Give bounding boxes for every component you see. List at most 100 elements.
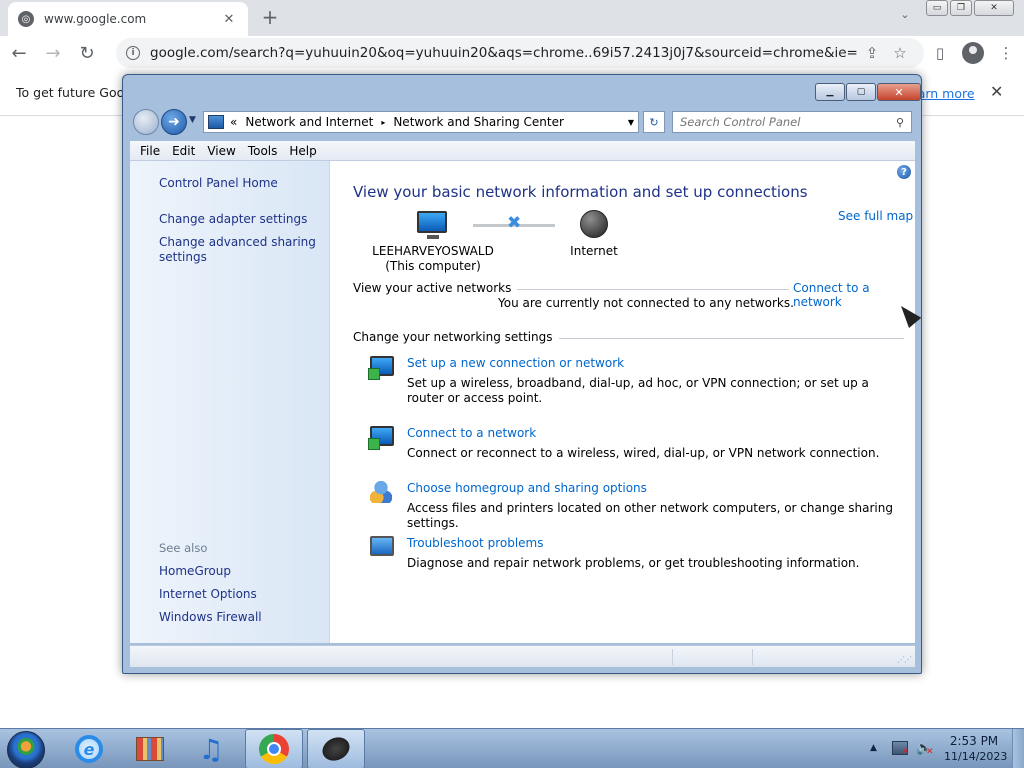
search-icon[interactable]: ⚲ (896, 116, 904, 129)
clock-time[interactable]: 2:53 PM (944, 734, 1004, 748)
explorer-address-bar[interactable]: « Network and Internet ▸ Network and Sha… (203, 111, 639, 133)
connect-network-task-link[interactable]: Connect to a network (407, 426, 536, 440)
not-connected-message: You are currently not connected to any n… (498, 296, 794, 310)
show-desktop-button[interactable] (1012, 729, 1024, 768)
main-content: ? View your basic network information an… (330, 161, 915, 643)
homegroup-icon (370, 481, 392, 503)
computer-name-label: LEEHARVEYOSWALD (This computer) (370, 244, 496, 274)
back-icon[interactable]: ← (4, 38, 34, 68)
chrome-icon (259, 734, 289, 764)
control-panel-body: Control Panel Home Change adapter settin… (130, 161, 915, 643)
clock-date[interactable]: 11/14/2023 (944, 750, 1007, 763)
search-input[interactable] (680, 115, 896, 129)
disconnected-icon: ✖ (507, 213, 522, 233)
breadcrumb-separator-icon[interactable]: ▸ (381, 118, 385, 127)
refresh-icon[interactable]: ↻ (643, 111, 665, 133)
cp-maximize-button[interactable]: ▢ (846, 83, 876, 101)
homegroup-description: Access files and printers located on oth… (407, 501, 893, 530)
libraries-icon (136, 737, 164, 761)
info-bar-close-icon[interactable]: ✕ (990, 82, 1003, 101)
forward-icon[interactable]: → (38, 38, 68, 68)
star-icon[interactable]: ☆ (886, 44, 914, 62)
url-text[interactable]: google.com/search?q=yuhuuin20&oq=yuhuuin… (150, 45, 858, 61)
setup-connection-link[interactable]: Set up a new connection or network (407, 356, 624, 370)
task-homegroup: Choose homegroup and sharing options Acc… (370, 481, 893, 530)
troubleshoot-link[interactable]: Troubleshoot problems (407, 536, 543, 550)
menu-view[interactable]: View (201, 144, 241, 158)
page-title: View your basic network information and … (353, 183, 808, 201)
networking-settings-label: Change your networking settings (353, 330, 559, 344)
back-button[interactable] (133, 109, 159, 135)
control-panel-window: ▁ ▢ ✕ ➜ ▼ « Network and Internet ▸ Netwo… (122, 74, 922, 674)
share-icon[interactable]: ⇪ (858, 44, 886, 62)
status-bar: ⋰⋰ (130, 645, 915, 667)
see-full-map-link[interactable]: See full map (838, 209, 913, 223)
sidebar-control-panel-home[interactable]: Control Panel Home (159, 176, 319, 191)
recent-pages-icon[interactable]: ▼ (189, 115, 196, 125)
connect-to-network-link[interactable]: Connect to a network (789, 281, 915, 309)
computer-caption: (This computer) (385, 259, 481, 273)
info-icon[interactable]: i (126, 46, 140, 60)
forward-button[interactable]: ➜ (161, 109, 187, 135)
see-also-heading: See also (159, 541, 208, 555)
tab-search-icon[interactable]: ⌄ (895, 8, 915, 26)
sidebar-homegroup[interactable]: HomeGroup (159, 564, 319, 579)
restore-window-button[interactable]: ❐ (950, 0, 972, 16)
browser-tab[interactable]: ◎ www.google.com ✕ (8, 2, 248, 36)
show-hidden-icons-icon[interactable]: ▲ (870, 743, 877, 753)
sidebar-internet-options[interactable]: Internet Options (159, 587, 319, 602)
tray-volume-muted-icon: ✕ (926, 747, 934, 757)
reload-icon[interactable]: ↻ (72, 38, 102, 68)
status-separator (672, 649, 673, 665)
troubleshoot-icon (370, 536, 394, 556)
side-panel-icon[interactable]: ▯ (924, 44, 956, 62)
sidebar-change-advanced-sharing[interactable]: Change advanced sharing settings (159, 235, 319, 265)
menu-file[interactable]: File (134, 144, 166, 158)
browser-toolbar: ← → ↻ i google.com/search?q=yuhuuin20&oq… (0, 36, 1024, 70)
taskbar-internet-explorer[interactable]: e (60, 729, 118, 768)
tab-title: www.google.com (44, 12, 147, 26)
close-window-button[interactable]: ✕ (974, 0, 1014, 16)
address-bar[interactable]: i google.com/search?q=yuhuuin20&oq=yuhuu… (116, 38, 924, 68)
control-panel-search[interactable]: ⚲ (672, 111, 912, 133)
breadcrumb-network-and-internet[interactable]: Network and Internet (245, 115, 373, 129)
taskbar-libraries[interactable] (121, 729, 179, 768)
cp-minimize-button[interactable]: ▁ (815, 83, 845, 101)
sidebar-windows-firewall[interactable]: Windows Firewall (159, 610, 319, 625)
connect-network-icon (368, 426, 394, 450)
minimize-window-button[interactable]: ▭ (926, 0, 948, 16)
address-dropdown-icon[interactable]: ▼ (628, 118, 634, 127)
menu-tools[interactable]: Tools (242, 144, 284, 158)
task-connect-network: Connect to a network Connect or reconnec… (368, 426, 880, 461)
new-tab-button[interactable]: + (258, 4, 282, 30)
internet-label: Internet (570, 244, 618, 258)
address-chevron-icon[interactable]: « (230, 115, 237, 129)
active-networks-label: View your active networks (353, 281, 518, 295)
start-button[interactable] (7, 731, 45, 768)
setup-connection-description: Set up a wireless, broadband, dial-up, a… (407, 376, 869, 405)
menu-edit[interactable]: Edit (166, 144, 201, 158)
menu-help[interactable]: Help (283, 144, 322, 158)
homegroup-link[interactable]: Choose homegroup and sharing options (407, 481, 647, 495)
sidebar-change-adapter-settings[interactable]: Change adapter settings (159, 212, 319, 227)
profile-icon[interactable] (962, 42, 984, 64)
hockey-puck-icon (318, 733, 354, 765)
breadcrumb-network-and-sharing-center[interactable]: Network and Sharing Center (393, 115, 564, 129)
computer-name: LEEHARVEYOSWALD (372, 244, 494, 258)
sidebar: Control Panel Home Change adapter settin… (130, 161, 330, 643)
resize-grip-icon[interactable]: ⋰⋰ (897, 655, 912, 664)
tab-close-icon[interactable]: ✕ (220, 12, 238, 27)
computer-icon (417, 211, 447, 239)
taskbar-chrome[interactable] (245, 729, 303, 768)
status-separator (752, 649, 753, 665)
taskbar-hockey-app[interactable] (307, 729, 365, 768)
taskbar-itunes[interactable]: ♫ (182, 729, 240, 768)
internet-globe-icon (580, 210, 608, 238)
help-icon[interactable]: ? (897, 165, 911, 179)
cp-close-button[interactable]: ✕ (877, 83, 921, 101)
internet-explorer-icon: e (75, 735, 103, 763)
menu-icon[interactable]: ⋮ (990, 44, 1022, 62)
task-troubleshoot: Troubleshoot problems Diagnose and repai… (370, 536, 880, 571)
browser-tab-strip: ◎ www.google.com ✕ + ⌄ ▭ ❐ ✕ (0, 0, 1024, 36)
connect-network-description: Connect or reconnect to a wireless, wire… (407, 446, 880, 460)
